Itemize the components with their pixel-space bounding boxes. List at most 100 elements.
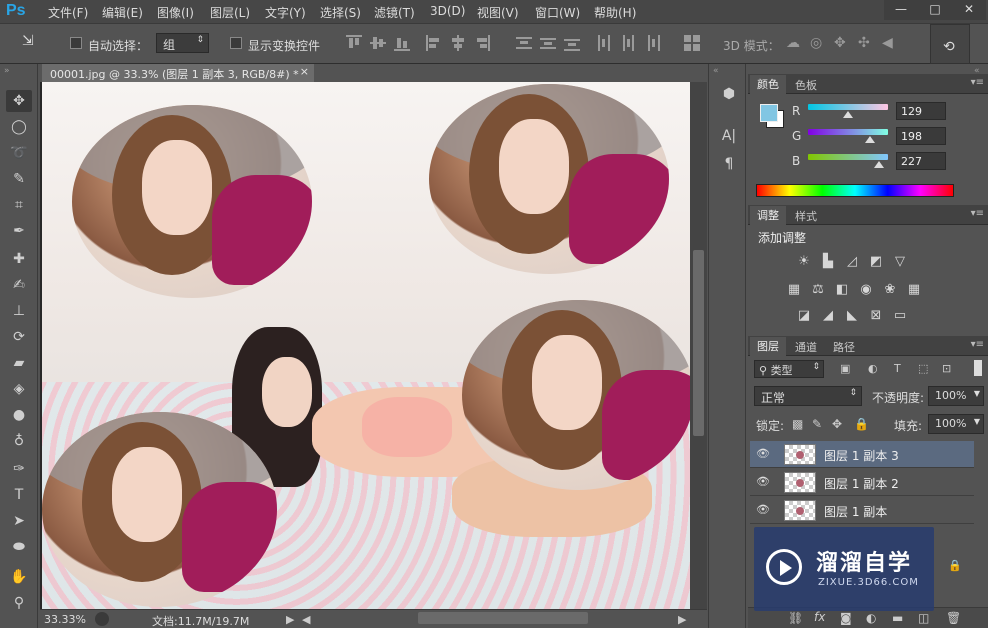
menu-image[interactable]: 图像(I)	[157, 4, 194, 21]
tab-channels[interactable]: 通道	[788, 338, 824, 356]
lasso-icon[interactable]: ➰	[6, 142, 32, 164]
menu-file[interactable]: 文件(F)	[48, 4, 88, 21]
layer-row[interactable]: 👁 图层 1 副本 2	[750, 469, 974, 496]
clone-stamp-icon[interactable]: ⊥	[6, 300, 32, 322]
ellipse-shape-icon[interactable]: ⬬	[6, 536, 32, 558]
selective-color-icon[interactable]: ⊠	[868, 308, 884, 324]
close-tab-icon[interactable]: ×	[300, 65, 309, 78]
channel-r-thumb[interactable]	[843, 111, 854, 118]
visibility-eye-icon[interactable]: 👁	[756, 475, 770, 489]
lock-position-icon[interactable]: ✥	[832, 417, 842, 431]
distribute-bottom-icon[interactable]	[564, 35, 580, 51]
filter-pixel-icon[interactable]: ▣	[840, 362, 850, 375]
layer-name[interactable]: 图层 1 副本 2	[824, 475, 899, 492]
vertical-scroll-thumb[interactable]	[693, 250, 704, 436]
layer-name[interactable]: 图层 1 副本 3	[824, 447, 899, 464]
layer-row[interactable]: 👁 图层 1 副本	[750, 497, 974, 524]
lock-transparent-icon[interactable]: ▩	[792, 417, 803, 431]
channel-g-slider[interactable]	[808, 129, 888, 135]
fill-input[interactable]: 100% ▼	[928, 414, 984, 434]
gradient-map-icon[interactable]: ▭	[892, 308, 908, 324]
auto-align-icon[interactable]	[684, 35, 700, 51]
brightness-icon[interactable]: ☀	[796, 254, 812, 270]
tab-color[interactable]: 颜色	[750, 75, 786, 94]
channel-g-thumb[interactable]	[865, 136, 876, 143]
align-top-icon[interactable]	[346, 35, 362, 51]
channel-b-slider[interactable]	[808, 154, 888, 160]
zoom-icon[interactable]: ⚲	[6, 592, 32, 614]
align-vcenter-icon[interactable]	[370, 35, 386, 51]
distribute-vcenter-icon[interactable]	[540, 35, 556, 51]
hue-saturation-icon[interactable]: ▦	[786, 282, 802, 298]
document-canvas[interactable]	[42, 82, 690, 609]
auto-select-dropdown[interactable]: 组 ⇕	[156, 33, 209, 53]
workspace-switcher[interactable]: ⟲	[930, 24, 970, 64]
show-transform-checkbox[interactable]	[230, 37, 242, 49]
menu-layer[interactable]: 图层(L)	[210, 4, 250, 21]
panel-menu-icon[interactable]: ▾≡	[971, 77, 984, 88]
trash-icon[interactable]: 🗑	[946, 611, 961, 625]
move-tool-preset-icon[interactable]: ⇲	[22, 33, 44, 53]
scroll-right-icon[interactable]: ▶	[678, 613, 686, 626]
paragraph-icon[interactable]: ¶	[719, 156, 739, 176]
distribute-top-icon[interactable]	[516, 35, 532, 51]
layer-filter-dropdown[interactable]: ⚲ 类型 ⇕	[754, 360, 824, 378]
paint-bucket-icon[interactable]: ◈	[6, 378, 32, 400]
menu-window[interactable]: 窗口(W)	[535, 4, 580, 21]
history-brush-icon[interactable]: ⟳	[6, 326, 32, 348]
path-select-icon[interactable]: ➤	[6, 510, 32, 532]
panel-menu-icon[interactable]: ▾≡	[971, 339, 984, 350]
move-tool-icon[interactable]: ✥	[6, 90, 32, 112]
document-tab[interactable]: 00001.jpg @ 33.3% (图层 1 副本 3, RGB/8#) * …	[42, 64, 314, 82]
align-hcenter-icon[interactable]	[450, 35, 466, 51]
status-arrow-icon[interactable]: ▶	[286, 613, 294, 626]
black-white-icon[interactable]: ◧	[834, 282, 850, 298]
distribute-left-icon[interactable]	[596, 35, 612, 51]
photo-filter-icon[interactable]: ◉	[858, 282, 874, 298]
channel-b-input[interactable]: 227	[896, 152, 946, 170]
minimize-button[interactable]: —	[884, 0, 918, 20]
3d-slide-icon[interactable]: ✣	[858, 35, 870, 51]
curves-icon[interactable]: ◿	[844, 254, 860, 270]
align-bottom-icon[interactable]	[394, 35, 410, 51]
invert-icon[interactable]: ◪	[796, 308, 812, 324]
ellipse-marquee-icon[interactable]: ◯	[6, 116, 32, 138]
channel-g-input[interactable]: 198	[896, 127, 946, 145]
levels-icon[interactable]: ▙	[820, 254, 836, 270]
tab-adjustments[interactable]: 调整	[750, 206, 786, 225]
lock-all-icon[interactable]: 🔒	[854, 417, 869, 431]
scroll-left-icon[interactable]: ◀	[302, 613, 310, 626]
blend-mode-dropdown[interactable]: 正常 ⇕	[754, 386, 862, 406]
opacity-input[interactable]: 100% ▼	[928, 386, 984, 406]
type-icon[interactable]: T	[6, 484, 32, 506]
3d-pan-icon[interactable]: ✥	[834, 35, 846, 51]
expand-arrows-icon[interactable]: «	[713, 66, 719, 76]
align-right-icon[interactable]	[474, 35, 490, 51]
filter-toggle[interactable]	[974, 360, 982, 376]
character-icon[interactable]: A|	[719, 128, 739, 148]
close-button[interactable]: ✕	[952, 0, 986, 20]
channel-mixer-icon[interactable]: ❀	[882, 282, 898, 298]
quick-select-icon[interactable]: ✎	[6, 168, 32, 190]
channel-b-thumb[interactable]	[874, 161, 885, 168]
healing-brush-icon[interactable]: ✚	[6, 248, 32, 270]
brush-icon[interactable]: ✍	[6, 274, 32, 296]
vibrance-icon[interactable]: ▽	[892, 254, 908, 270]
menu-help[interactable]: 帮助(H)	[594, 4, 636, 21]
eyedropper-icon[interactable]: ✒	[6, 220, 32, 242]
threshold-icon[interactable]: ◣	[844, 308, 860, 324]
auto-select-checkbox[interactable]	[70, 37, 82, 49]
menu-edit[interactable]: 编辑(E)	[102, 4, 143, 21]
distribute-hcenter-icon[interactable]	[620, 35, 636, 51]
filter-shape-icon[interactable]: ⬚	[918, 362, 928, 375]
status-menu-icon[interactable]	[95, 612, 109, 626]
3d-roll-icon[interactable]: ◎	[810, 35, 822, 51]
menu-filter[interactable]: 滤镜(T)	[374, 4, 415, 21]
collapse-arrows-icon[interactable]: »	[4, 66, 10, 76]
blur-icon[interactable]: ●	[6, 404, 32, 426]
menu-3d[interactable]: 3D(D)	[430, 4, 465, 18]
crop-icon[interactable]: ⌗	[6, 194, 32, 216]
new-layer-icon[interactable]: ◫	[918, 611, 929, 625]
channel-r-input[interactable]: 129	[896, 102, 946, 120]
filter-smart-icon[interactable]: ⊡	[942, 362, 951, 375]
